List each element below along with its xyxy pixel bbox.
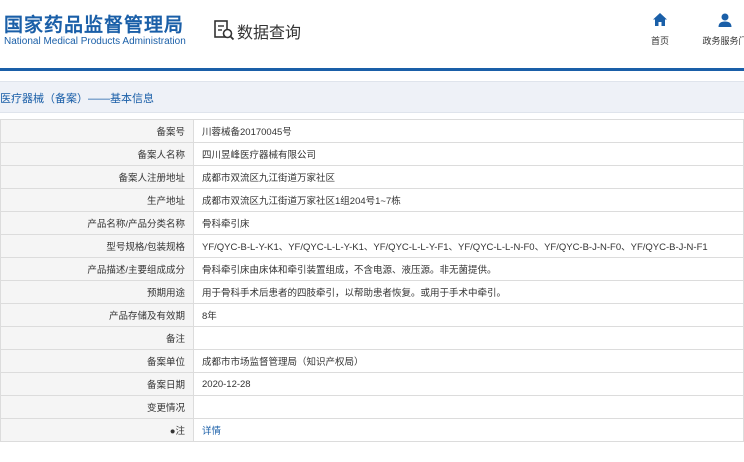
field-label: 产品存储及有效期 (0, 303, 194, 327)
field-label: 生产地址 (0, 188, 194, 212)
field-label: 备案单位 (0, 349, 194, 373)
field-value: 成都市双流区九江街道万家社区1组204号1~7栋 (193, 188, 744, 212)
field-value: 骨科牵引床由床体和牵引装置组成，不含电源、液压源。非无菌提供。 (193, 257, 744, 281)
table-row: 备案人注册地址 成都市双流区九江街道万家社区 (0, 165, 744, 189)
field-value (193, 326, 744, 350)
field-label: 备案号 (0, 119, 194, 143)
nav-home[interactable]: 首页 (643, 12, 677, 47)
field-label: 备案人注册地址 (0, 165, 194, 189)
field-value: 成都市市场监督管理局（知识产权局） (193, 349, 744, 373)
field-label: ●注 (0, 418, 194, 442)
table-row: 备案号 川蓉械备20170045号 (0, 119, 744, 143)
org-name-cn[interactable]: 国家药品监督管理局 (4, 10, 184, 37)
field-value: 川蓉械备20170045号 (193, 119, 744, 143)
field-label: 备案日期 (0, 372, 194, 396)
breadcrumb-bar: 医疗器械（备案）——基本信息 (0, 81, 744, 113)
field-value: YF/QYC-B-L-Y-K1、YF/QYC-L-L-Y-K1、YF/QYC-L… (193, 234, 744, 258)
nav-home-label: 首页 (650, 36, 669, 46)
user-icon (718, 13, 732, 27)
field-label: 预期用途 (0, 280, 194, 304)
table-row: 备注 (0, 326, 744, 350)
table-row: 产品名称/产品分类名称 骨科牵引床 (0, 211, 744, 235)
table-row: 预期用途 用于骨科手术后患者的四肢牵引，以帮助患者恢复。或用于手术中牵引。 (0, 280, 744, 304)
table-row: 产品存储及有效期 8年 (0, 303, 744, 327)
record-info-table: 备案号 川蓉械备20170045号 备案人名称 四川昱峰医疗器械有限公司 备案人… (0, 119, 744, 442)
field-value: 详情 (193, 418, 744, 442)
field-label: 变更情况 (0, 395, 194, 419)
field-label: 产品名称/产品分类名称 (0, 211, 194, 235)
home-icon (653, 13, 667, 26)
table-row: 型号规格/包装规格 YF/QYC-B-L-Y-K1、YF/QYC-L-L-Y-K… (0, 234, 744, 258)
table-row: 备案人名称 四川昱峰医疗器械有限公司 (0, 142, 744, 166)
nav-gov-label: 政务服务门 (702, 36, 744, 46)
field-value (193, 395, 744, 419)
site-header: 国家药品监督管理局 National Medical Products Admi… (0, 0, 744, 68)
field-value: 8年 (193, 303, 744, 327)
nav-gov-service[interactable]: 政务服务门 (700, 12, 744, 47)
org-name-en[interactable]: National Medical Products Administration (4, 36, 186, 47)
field-value: 四川昱峰医疗器械有限公司 (193, 142, 744, 166)
field-value: 成都市双流区九江街道万家社区 (193, 165, 744, 189)
table-row: 产品描述/主要组成成分 骨科牵引床由床体和牵引装置组成，不含电源、液压源。非无菌… (0, 257, 744, 281)
field-value: 2020-12-28 (193, 372, 744, 396)
table-row: ●注 详情 (0, 418, 744, 442)
field-label: 型号规格/包装规格 (0, 234, 194, 258)
breadcrumb: 医疗器械（备案）——基本信息 (0, 93, 154, 105)
table-row: 备案日期 2020-12-28 (0, 372, 744, 396)
field-label: 备注 (0, 326, 194, 350)
field-label: 产品描述/主要组成成分 (0, 257, 194, 281)
table-row: 变更情况 (0, 395, 744, 419)
table-row: 备案单位 成都市市场监督管理局（知识产权局） (0, 349, 744, 373)
section-title: 数据查询 (237, 25, 302, 42)
field-value: 骨科牵引床 (193, 211, 744, 235)
document-search-icon (214, 20, 235, 41)
table-row: 生产地址 成都市双流区九江街道万家社区1组204号1~7栋 (0, 188, 744, 212)
header-divider (0, 68, 744, 71)
field-value: 用于骨科手术后患者的四肢牵引，以帮助患者恢复。或用于手术中牵引。 (193, 280, 744, 304)
field-label: 备案人名称 (0, 142, 194, 166)
details-link[interactable]: 详情 (202, 426, 221, 437)
